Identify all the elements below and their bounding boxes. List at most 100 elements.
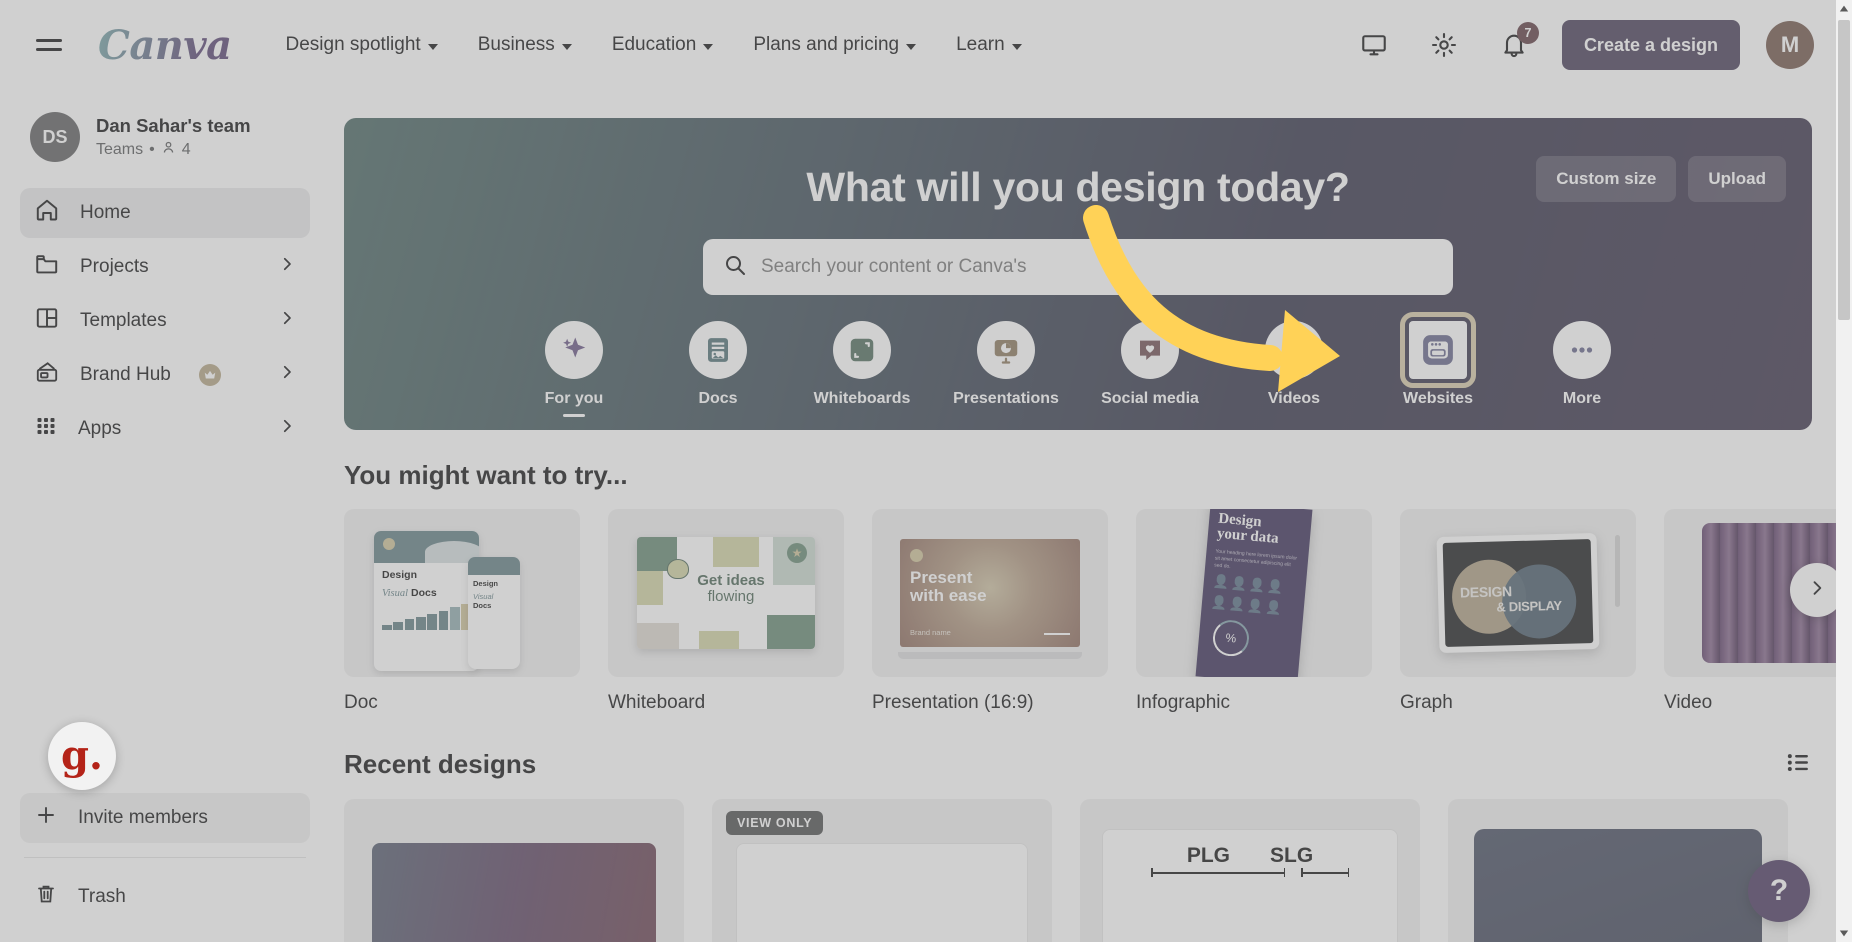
nav-learn[interactable]: Learn (956, 34, 1022, 56)
sidebar-nav: Home Projects Templates Brand Hub Apps (20, 188, 310, 454)
recent-cards: VIEW ONLY PLG SLG (330, 799, 1836, 942)
invite-members-button[interactable]: Invite members (20, 793, 310, 843)
recent-card[interactable]: PLG SLG (1080, 799, 1420, 942)
sidebar-item-templates[interactable]: Templates (20, 296, 310, 346)
canva-logo[interactable]: Canva (98, 22, 232, 69)
carousel-next-button[interactable] (1790, 563, 1836, 617)
top-header: Canva Design spotlight Business Educatio… (0, 0, 1836, 90)
chevron-right-icon (278, 255, 296, 279)
category-more[interactable]: More (1538, 321, 1626, 417)
nav-business[interactable]: Business (478, 34, 572, 56)
home-icon (34, 197, 60, 229)
category-label: Presentations (953, 390, 1059, 407)
nav-education[interactable]: Education (612, 34, 714, 56)
category-whiteboards[interactable]: Whiteboards (814, 321, 910, 417)
chevron-down-icon (1011, 43, 1022, 50)
category-websites[interactable]: Websites (1394, 312, 1482, 417)
try-card[interactable]: Design your data Your heading here lorem … (1136, 509, 1372, 714)
recent-card[interactable] (344, 799, 684, 942)
nav-label: Learn (956, 34, 1005, 55)
gear-icon[interactable] (1422, 23, 1466, 67)
list-view-icon[interactable] (1784, 748, 1812, 781)
page-scrollbar[interactable] (1836, 0, 1852, 942)
nav-label: Plans and pricing (753, 34, 900, 55)
nav-label: Design spotlight (285, 34, 421, 55)
chevron-right-icon (1807, 578, 1827, 603)
website-icon (1400, 312, 1476, 388)
notification-badge: 7 (1516, 22, 1539, 44)
user-avatar[interactable]: M (1766, 21, 1814, 69)
brand-hub-icon (34, 359, 60, 391)
sidebar-item-apps[interactable]: Apps (20, 404, 310, 454)
member-count: 4 (181, 141, 191, 159)
chevron-down-icon (906, 43, 917, 50)
category-docs[interactable]: Docs (674, 321, 762, 417)
doc-icon (689, 321, 747, 379)
category-label: Videos (1267, 390, 1321, 407)
nav-label: Business (477, 34, 555, 55)
help-button[interactable]: ? (1748, 860, 1810, 922)
nav-design-spotlight[interactable]: Design spotlight (286, 34, 438, 56)
custom-size-button[interactable]: Custom size (1536, 156, 1677, 202)
sidebar-item-trash[interactable]: Trash (20, 872, 310, 922)
slg-label: SLG (1270, 844, 1314, 867)
category-label: Whiteboards (813, 390, 911, 407)
recent-card[interactable] (1448, 799, 1788, 942)
header-actions: 7 Create a design M (1352, 20, 1814, 70)
card-label: Graph (1400, 692, 1453, 713)
recent-card[interactable]: VIEW ONLY (712, 799, 1052, 942)
sidebar-item-home[interactable]: Home (20, 188, 310, 238)
create-a-design-button[interactable]: Create a design (1561, 20, 1740, 70)
category-presentations[interactable]: Presentations (953, 321, 1059, 417)
sidebar-item-label: Apps (78, 418, 122, 439)
card-thumbnail: DESIGN & DISPLAY (1400, 509, 1636, 677)
card-label: Doc (344, 692, 378, 713)
category-label: Docs (698, 390, 738, 407)
nav-plans-and-pricing[interactable]: Plans and pricing (753, 34, 917, 56)
grammarly-widget[interactable]: g. (48, 722, 116, 790)
templates-icon (34, 305, 60, 337)
try-card[interactable]: Get ideas flowing ★ Whiteboard (608, 509, 844, 714)
scroll-down-arrow[interactable] (1836, 924, 1852, 942)
sidebar-item-label: Projects (80, 256, 149, 277)
upload-button[interactable]: Upload (1688, 156, 1786, 202)
sidebar-item-label: Brand Hub (80, 364, 171, 385)
sparkle-icon (545, 321, 603, 379)
category-videos[interactable]: Videos (1250, 321, 1338, 417)
team-avatar: DS (30, 112, 80, 162)
category-row: For you Docs Whiteboards Presentations S… (344, 312, 1812, 417)
sidebar-item-brand-hub[interactable]: Brand Hub (20, 350, 310, 400)
view-only-badge: VIEW ONLY (726, 811, 824, 835)
card-label: Presentation (16:9) (872, 692, 1034, 713)
monitor-icon[interactable] (1352, 23, 1396, 67)
card-thumbnail: Design Visual Docs Design Visual Docs (344, 509, 580, 677)
sidebar-item-projects[interactable]: Projects (20, 242, 310, 292)
bell-icon[interactable]: 7 (1492, 22, 1539, 67)
chevron-down-icon (427, 43, 438, 50)
try-card[interactable]: Design Visual Docs Design Visual Docs Do… (344, 509, 580, 714)
scrollbar-thumb[interactable] (1838, 20, 1850, 320)
try-card[interactable]: DESIGN & DISPLAY Graph (1400, 509, 1636, 714)
recent-section-header: Recent designs (344, 748, 1812, 781)
scroll-up-arrow[interactable] (1836, 0, 1852, 18)
category-social-media[interactable]: Social media (1101, 321, 1199, 417)
hamburger-icon[interactable] (36, 28, 70, 62)
plus-icon (34, 803, 58, 833)
try-card[interactable]: Present with ease Brand name Presentation… (872, 509, 1108, 714)
try-section-cards: Design Visual Docs Design Visual Docs Do… (330, 509, 1836, 714)
sidebar-item-label: Templates (80, 310, 167, 331)
team-name: Dan Sahar's team (96, 114, 251, 136)
chevron-down-icon (561, 43, 572, 50)
video-icon (1265, 321, 1323, 379)
hero-search-bar[interactable] (703, 239, 1453, 295)
category-for-you[interactable]: For you (530, 321, 618, 417)
card-thumbnail: Present with ease Brand name (872, 509, 1108, 677)
search-icon (723, 253, 747, 282)
sidebar-footer: Invite members Trash (20, 793, 310, 942)
chevron-right-icon (278, 417, 296, 441)
search-input[interactable] (761, 256, 1433, 278)
try-section-title: You might want to try... (344, 460, 628, 490)
main-content: Custom size Upload What will you design … (330, 90, 1836, 942)
category-label: More (1562, 390, 1602, 407)
team-switcher[interactable]: DS Dan Sahar's team Teams • 4 (20, 90, 310, 188)
